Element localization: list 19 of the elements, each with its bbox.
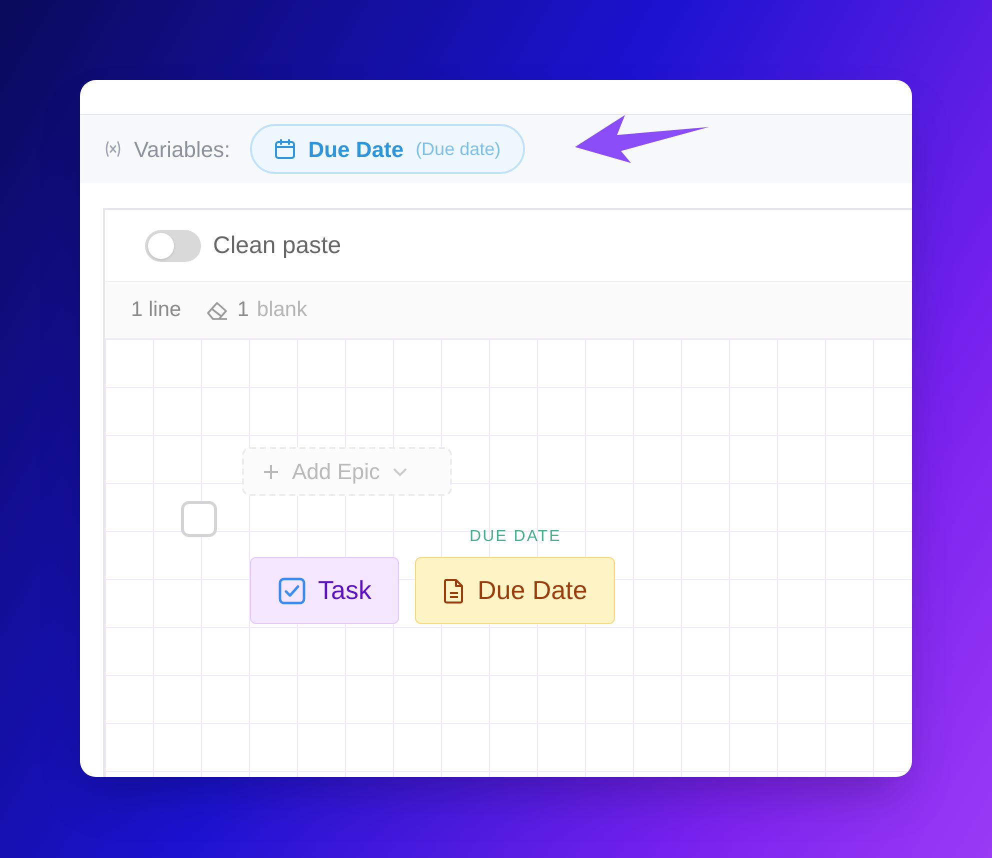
variable-field: (Due date) — [416, 136, 501, 162]
document-icon — [443, 578, 466, 604]
chevron-down-icon — [392, 466, 408, 476]
clean-paste-toggle[interactable] — [145, 230, 201, 262]
task-type-chip[interactable]: Task — [250, 557, 400, 624]
plus-icon — [262, 462, 280, 480]
variable-icon — [104, 141, 122, 157]
clean-paste-label: Clean paste — [213, 230, 342, 260]
row-checkbox[interactable] — [181, 501, 217, 537]
variable-name: Due Date — [308, 136, 404, 164]
calendar-icon — [274, 138, 296, 160]
blank-count: 1 — [237, 297, 249, 324]
blank-label: blank — [256, 297, 308, 324]
due-date-field-chip[interactable]: Due Date — [415, 557, 616, 624]
eraser-icon — [205, 299, 230, 321]
field-caption: DUE DATE — [470, 527, 562, 547]
checkbox-checked-icon — [278, 576, 306, 604]
variables-label: Variables: — [134, 136, 230, 164]
line-count: 1 line — [131, 297, 182, 324]
